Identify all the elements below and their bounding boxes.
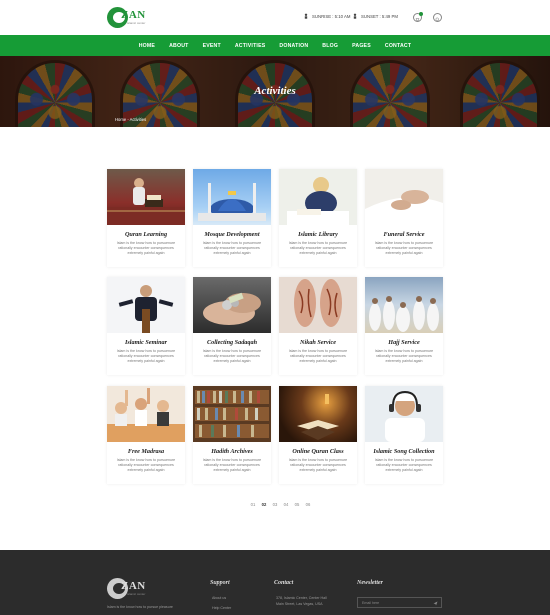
card-description: Islam is the know how to pursuenure rati… — [116, 458, 176, 472]
activity-card[interactable]: Online Quran Class Islam is the know how… — [279, 386, 357, 484]
page-link[interactable]: 06 — [304, 502, 312, 507]
activity-card[interactable]: Islamic Seminar Islam is the know how to… — [107, 277, 185, 375]
sunset-text: SUNSET : 5:49 PM — [361, 13, 398, 19]
activity-card[interactable]: Mosque Development Islam is the know how… — [193, 169, 271, 267]
card-title: Nikah Service — [300, 339, 336, 346]
activity-card[interactable]: Islamic Library Islam is the know how to… — [279, 169, 357, 267]
cart-button[interactable] — [413, 12, 423, 22]
footer: ZAN islamic center Islam is the know how… — [0, 550, 550, 615]
card-description: Islam is the know how to pursuenure rati… — [374, 241, 434, 255]
nav-donation[interactable]: DONATION — [272, 43, 315, 49]
card-image — [365, 169, 443, 225]
footer-contact-line: Main Street, Las Vegas, USA — [276, 602, 323, 606]
page-banner: Activities — [0, 56, 550, 127]
site-logo[interactable]: ZAN islamic center — [107, 7, 147, 29]
logo-wordmark: ZAN — [121, 9, 146, 21]
nav-home[interactable]: HOME — [132, 43, 162, 49]
sunset-info: SUNSET : 5:49 PM — [352, 13, 398, 19]
activity-card[interactable]: Funeral Service Islam is the know how to… — [365, 169, 443, 267]
card-image — [193, 169, 271, 225]
activity-card[interactable]: Free Madrasa Islam is the know how to pu… — [107, 386, 185, 484]
card-description: Islam is the know how to pursuenure rati… — [288, 349, 348, 363]
activity-card[interactable]: Nikah Service Islam is the know how to p… — [279, 277, 357, 375]
sunrise-info: SUNRISE : 5:10 AM — [303, 13, 350, 19]
card-image — [279, 386, 357, 442]
card-image — [279, 277, 357, 333]
cart-badge — [419, 12, 423, 16]
card-title: Online Quran Class — [292, 448, 344, 455]
card-description: Islam is the know how to pursuenure rati… — [202, 349, 262, 363]
card-image — [107, 169, 185, 225]
footer-contact-heading: Contact — [274, 580, 294, 586]
footer-logo[interactable]: ZAN islamic center — [107, 578, 147, 600]
nav-pages[interactable]: PAGES — [345, 43, 378, 49]
card-title: Funeral Service — [383, 231, 425, 238]
card-title: Hajj Service — [388, 339, 420, 346]
card-title: Mosque Development — [204, 231, 260, 238]
sunrise-text: SUNRISE : 5:10 AM — [312, 13, 351, 19]
card-description: Islam is the know how to pursuenure rati… — [202, 458, 262, 472]
card-title: Hadith Archives — [211, 448, 253, 455]
activity-card[interactable]: Collecting Sadaqah Islam is the know how… — [193, 277, 271, 375]
card-description: Islam is the know how to pursuenure rati… — [202, 241, 262, 255]
activity-card[interactable]: Hadith Archives Islam is the know how to… — [193, 386, 271, 484]
card-description: Islam is the know how to pursuenure rati… — [374, 349, 434, 363]
nav-contact[interactable]: CONTACT — [378, 43, 418, 49]
card-title: Collecting Sadaqah — [206, 339, 258, 346]
activity-card[interactable]: Islamic Song Collection Islam is the kno… — [365, 386, 443, 484]
card-description: Islam is the know how to pursuenure rati… — [288, 241, 348, 255]
card-description: Islam is the know how to pursuenure rati… — [116, 349, 176, 363]
card-image — [193, 386, 271, 442]
footer-link-about[interactable]: About us — [212, 596, 226, 600]
card-description: Islam is the know how to pursuenure rati… — [116, 241, 176, 255]
card-image — [193, 277, 271, 333]
send-icon[interactable] — [433, 601, 438, 606]
page-link[interactable]: 03 — [271, 502, 279, 507]
logo-tagline: islamic center — [127, 592, 146, 596]
top-header: ZAN islamic center SUNRISE : 5:10 AM SUN… — [0, 0, 550, 35]
footer-support-heading: Support — [210, 580, 230, 586]
activity-card[interactable]: Hajj Service Islam is the know how to pu… — [365, 277, 443, 375]
nav-about[interactable]: ABOUT — [162, 43, 195, 49]
card-description: Islam is the know how to pursuenure rati… — [374, 458, 434, 472]
page-link[interactable]: 05 — [293, 502, 301, 507]
footer-contact-line: 378, Islamic Center, Center Hall — [276, 596, 327, 600]
logo-wordmark: ZAN — [121, 580, 146, 592]
search-button[interactable] — [433, 13, 442, 22]
card-image — [107, 277, 185, 333]
main-nav: HOME ABOUT EVENT ACTIVITIES DONATION BLO… — [0, 35, 550, 56]
footer-link-help[interactable]: Help Center — [212, 606, 231, 610]
nav-activities[interactable]: ACTIVITIES — [228, 43, 273, 49]
card-image — [279, 169, 357, 225]
search-icon — [435, 9, 440, 27]
card-title: Quran Learning — [124, 231, 168, 238]
nav-event[interactable]: EVENT — [196, 43, 228, 49]
footer-newsletter-heading: Newsletter — [357, 580, 383, 586]
sunrise-icon — [303, 13, 309, 19]
page-link[interactable]: 01 — [249, 502, 257, 507]
page-title: Activities — [254, 85, 296, 97]
card-image — [365, 277, 443, 333]
card-title: Islamic Seminar — [124, 339, 168, 346]
activity-card[interactable]: Quran Learning Islam is the know how to … — [107, 169, 185, 267]
card-description: Islam is the know how to pursuenure rati… — [288, 458, 348, 472]
logo-tagline: islamic center — [127, 21, 146, 25]
card-image — [107, 386, 185, 442]
card-title: Islamic Song Collection — [373, 448, 435, 455]
card-title: Free Madrasa — [127, 448, 165, 455]
breadcrumb[interactable]: Home - Activities — [115, 117, 146, 122]
footer-about-text: Islam is the know how to pursue pleasure — [107, 605, 173, 609]
card-title: Islamic Library — [298, 231, 338, 238]
sunset-icon — [352, 13, 358, 19]
page-link[interactable]: 04 — [282, 502, 290, 507]
pagination: 01 02 03 04 05 06 — [249, 502, 312, 507]
card-image — [365, 386, 443, 442]
newsletter-email-input[interactable]: Email here — [357, 597, 442, 608]
nav-blog[interactable]: BLOG — [315, 43, 345, 49]
page-link-active[interactable]: 02 — [260, 502, 268, 507]
newsletter-placeholder: Email here — [362, 601, 380, 605]
